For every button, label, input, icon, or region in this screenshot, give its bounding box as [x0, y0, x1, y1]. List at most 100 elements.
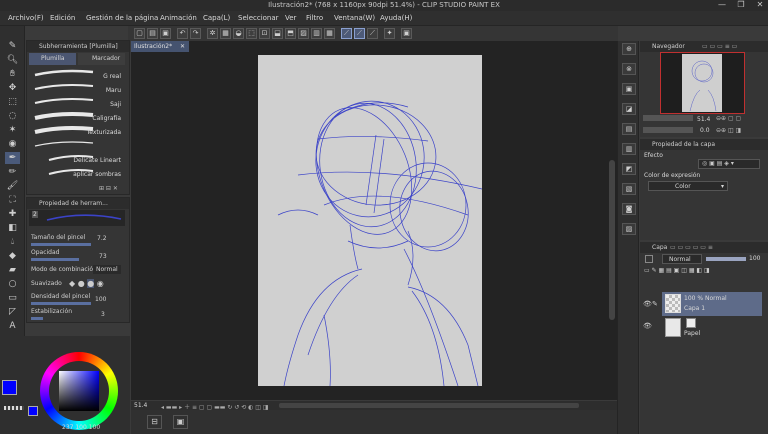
snap-ruler-icon[interactable]: ⟋ [341, 28, 352, 39]
tab-plumilla[interactable]: Plumilla [29, 53, 76, 65]
eye-icon[interactable]: 👁︎ [643, 322, 652, 330]
fit-icon[interactable]: ▣ [622, 83, 636, 95]
panel-header-icons[interactable]: ▭ ▭ ▭ ≡ ▭ [702, 43, 737, 50]
nav-zoom-slider[interactable] [643, 115, 693, 121]
lasso-icon[interactable]: ◌ [5, 110, 20, 122]
maximize-button[interactable]: ❐ [731, 0, 751, 11]
ruler-snap-icon[interactable]: ▥ [311, 28, 322, 39]
clear-outside-icon[interactable]: ▦ [220, 28, 231, 39]
paper-canvas[interactable] [258, 55, 483, 387]
minimize-button[interactable]: — [712, 0, 732, 11]
layer-row-selected[interactable]: 100 % Normal Capa 1 [662, 292, 762, 316]
expand-selection-icon[interactable]: ⬒ [285, 28, 296, 39]
snap-grid-icon[interactable]: ⟋ [367, 28, 378, 39]
eraser-icon[interactable]: ◧ [5, 222, 20, 234]
preview-icon[interactable]: ▨ [622, 223, 636, 235]
brush-item[interactable]: aplicar sombras [29, 168, 124, 181]
camera-icon[interactable]: ◙ [622, 203, 636, 215]
nav-rotation-value[interactable]: 0.0 [700, 127, 710, 134]
nav-rotation-buttons[interactable]: ⊖⊕ ◫ ◨ [716, 127, 741, 134]
zoom-icon[interactable]: 🔍︎ [5, 54, 20, 66]
smoothing-options[interactable]: ◆ ● ● ◉ [69, 279, 104, 288]
brush-item[interactable]: Saji [29, 98, 124, 111]
open-icon[interactable]: ▤ [147, 28, 158, 39]
blend-icon[interactable]: 💧︎ [5, 236, 20, 248]
zoom-icon[interactable]: ⊕ [622, 43, 636, 55]
brush-density-slider[interactable] [31, 302, 91, 305]
save-icon[interactable]: ▣ [160, 28, 171, 39]
navigator-thumbnail[interactable] [660, 52, 745, 114]
horizontal-scrollbar[interactable] [279, 403, 579, 408]
blend-mode-select[interactable]: Normal [662, 254, 702, 264]
mini-main-swatch[interactable] [28, 406, 38, 416]
opacity-value[interactable]: 73 [99, 253, 107, 260]
nav-zoom-value[interactable]: 51.4 [697, 116, 710, 123]
layer-export-icon[interactable]: ▧ [622, 183, 636, 195]
deselect-icon[interactable]: ⊡ [259, 28, 270, 39]
menu-filtro[interactable]: Filtro [306, 14, 323, 22]
menu-ventana[interactable]: Ventana(W) [334, 14, 375, 22]
snap-special-icon[interactable]: ⟋ [354, 28, 365, 39]
stabilization-slider[interactable] [31, 317, 43, 320]
saturation-value-square[interactable] [59, 371, 99, 411]
nav-rotation-slider[interactable] [643, 127, 693, 133]
pencil-icon[interactable]: ✏ [5, 166, 20, 178]
brush-item[interactable]: G real [29, 70, 124, 83]
menu-gestion-pagina[interactable]: Gestión de la página [86, 14, 158, 22]
brush-item[interactable]: Texturizada [29, 126, 124, 139]
brush-item[interactable]: Maru [29, 84, 124, 97]
ruler-icon[interactable]: ◸ [5, 306, 20, 318]
menu-capa[interactable]: Capa(L) [203, 14, 230, 22]
magic-wand-icon[interactable]: ✶ [5, 124, 20, 136]
clear-icon[interactable]: ✲ [207, 28, 218, 39]
transparent-swatch[interactable] [4, 406, 24, 410]
tab-marcador[interactable]: Marcador [78, 53, 125, 65]
close-button[interactable]: ✕ [750, 0, 768, 11]
pen-icon[interactable]: ✒ [5, 152, 20, 164]
blend-mode-select[interactable]: Normal [93, 265, 121, 274]
new-icon[interactable]: ▢ [134, 28, 145, 39]
eye-icon[interactable]: ◉ [5, 138, 20, 150]
nav-zoom-buttons[interactable]: ⊖⊕ ▢ ▢ [716, 115, 741, 122]
stabilization-value[interactable]: 3 [101, 311, 105, 318]
page-view-icon[interactable]: ▣ [173, 415, 188, 429]
rotate-icon[interactable]: ▤ [622, 123, 636, 135]
frame-icon[interactable]: ▭ [5, 292, 20, 304]
layer-mode-icon[interactable] [645, 255, 653, 263]
clip-studio-icon[interactable]: ✦ [384, 28, 395, 39]
menu-ayuda[interactable]: Ayuda(H) [380, 14, 412, 22]
gradient-icon[interactable]: ▰ [5, 264, 20, 276]
undo-icon[interactable]: ↶ [177, 28, 188, 39]
reset-icon[interactable]: ⊗ [622, 63, 636, 75]
assets-icon[interactable]: ▣ [401, 28, 412, 39]
rotate-reset-icon[interactable]: ▥ [622, 143, 636, 155]
expression-color-select[interactable]: Color ▾ [648, 181, 728, 191]
hand-icon[interactable]: ✋︎ [5, 68, 20, 80]
opacity-value[interactable]: 100 [749, 255, 760, 262]
vertical-scrollbar[interactable] [609, 160, 615, 320]
brush-item[interactable]: Caligrafía [29, 112, 124, 125]
fill-icon[interactable]: ◆ [5, 250, 20, 262]
invert-selection-icon[interactable]: ⬓ [272, 28, 283, 39]
main-color-swatch[interactable] [2, 380, 17, 395]
grid-snap-icon[interactable]: ▦ [324, 28, 335, 39]
opacity-slider[interactable] [31, 258, 79, 261]
text-icon[interactable]: A [5, 320, 20, 332]
brush-icon[interactable]: 🖌︎ [5, 180, 20, 192]
hue-ring[interactable] [40, 352, 118, 430]
tab-document[interactable]: Ilustración2* ✕ [131, 41, 189, 52]
zoom-readout[interactable]: 51.4 [134, 402, 147, 409]
flip-icon[interactable]: ◪ [622, 103, 636, 115]
menu-edicion[interactable]: Edición [50, 14, 75, 22]
panel-header-icons[interactable]: ▭ ▭ ▭ ▭ ▭ ≡ [670, 244, 713, 251]
menu-ver[interactable]: Ver [285, 14, 296, 22]
figure-icon[interactable]: ○ [5, 278, 20, 290]
close-tab-icon[interactable]: ✕ [180, 43, 185, 50]
airbrush-icon[interactable]: ⛶ [5, 194, 20, 206]
brush-size-value[interactable]: 7.2 [97, 235, 107, 242]
opacity-slider[interactable] [706, 257, 746, 261]
move-icon[interactable]: ✥ [5, 82, 20, 94]
effect-buttons[interactable]: ◎ ▣ ▤ ◈ ▾ [698, 159, 760, 169]
screen-icon[interactable]: ◩ [622, 163, 636, 175]
eyedropper-icon[interactable]: ✎ [5, 40, 20, 52]
